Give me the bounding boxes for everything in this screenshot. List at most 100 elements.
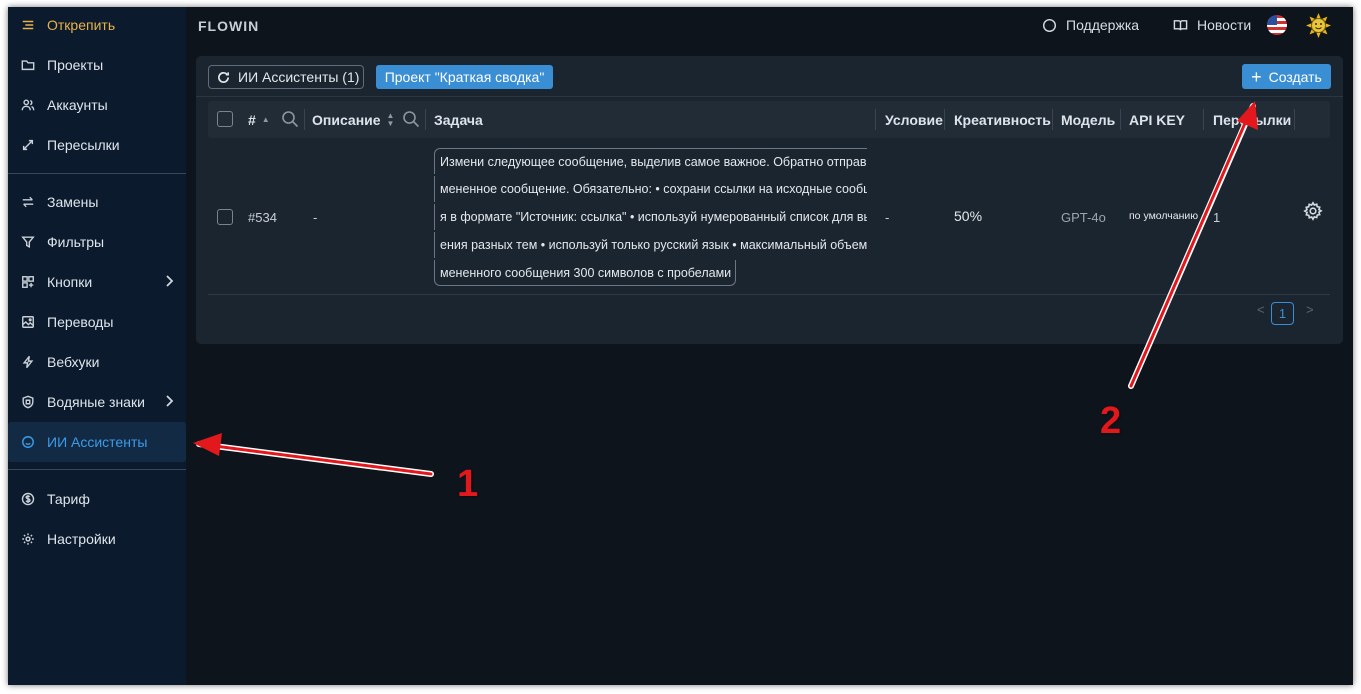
column-separator: [1203, 109, 1204, 130]
column-header-id[interactable]: # ▲: [248, 101, 270, 138]
sidebar-item-ai-assistants[interactable]: ИИ Ассистенты: [8, 422, 186, 462]
support-label: Поддержка: [1066, 17, 1140, 33]
sidebar-item-label: Кнопки: [47, 274, 93, 290]
column-separator: [875, 109, 876, 130]
row-settings-gear-icon[interactable]: [1303, 201, 1323, 221]
sidebar-item-replacements[interactable]: Замены: [8, 182, 186, 222]
smile-icon: [20, 434, 36, 450]
row-condition: -: [885, 210, 890, 225]
column-header-description[interactable]: Описание ▲ ▼: [312, 101, 394, 138]
create-label: Создать: [1268, 68, 1322, 85]
sidebar-item-label: Проекты: [47, 57, 104, 73]
table-row: #534 - Измени следующее сообщение, выдел…: [208, 138, 1330, 295]
sidebar-item-label: Пересылки: [47, 137, 120, 153]
row-id: #534: [248, 210, 277, 225]
filter-icon: [20, 234, 36, 250]
sidebar-item-translations[interactable]: Переводы: [8, 302, 186, 342]
image-text-icon: [20, 314, 36, 330]
sidebar-item-webhooks[interactable]: Вебхуки: [8, 342, 186, 382]
sidebar-item-label: ИИ Ассистенты: [47, 434, 148, 450]
assistants-panel: ИИ Ассистенты (1) Проект "Краткая сводка…: [196, 56, 1343, 344]
table-header: # ▲ Описание ▲ ▼ Задача Условие Креативно…: [208, 101, 1330, 138]
row-api-key: по умолчанию: [1129, 210, 1199, 222]
column-header-model: Модель: [1061, 111, 1116, 128]
us-flag-icon[interactable]: [1267, 15, 1287, 35]
swap-icon: [20, 194, 36, 210]
sidebar-item-label: Переводы: [47, 314, 114, 330]
task-line: Измени следующее сообщение, выделив само…: [434, 148, 867, 174]
column-header-api-key: API KEY: [1129, 111, 1186, 128]
task-line: мененное сообщение. Обязательно: • сохра…: [434, 176, 867, 202]
refresh-label: ИИ Ассистенты (1): [238, 69, 360, 85]
expand-arrows-icon: [20, 137, 36, 153]
users-icon: [20, 97, 36, 113]
column-separator: [1120, 109, 1121, 130]
grid-plus-icon: [20, 274, 36, 290]
refresh-icon: [218, 71, 229, 83]
plus-icon: +: [1251, 66, 1262, 87]
row-model: GPT-4o: [1061, 210, 1106, 225]
dollar-icon: [20, 491, 36, 507]
prev-page-button[interactable]: <: [1257, 302, 1265, 324]
sidebar-item-settings[interactable]: Настройки: [8, 519, 186, 559]
column-separator: [944, 109, 945, 130]
chevron-right-icon: [164, 394, 174, 410]
task-line: мененного сообщения 300 символов с пробе…: [434, 260, 737, 286]
news-link[interactable]: Новости: [1173, 17, 1251, 33]
sidebar-item-tariff[interactable]: Тариф: [8, 479, 186, 519]
column-separator: [1052, 109, 1053, 130]
menu-icon: [20, 17, 36, 33]
support-link[interactable]: Поддержка: [1042, 17, 1139, 33]
brand-logo: FLOWIN: [198, 18, 260, 34]
sidebar-divider: [8, 173, 186, 174]
news-label: Новости: [1197, 17, 1252, 33]
shield-icon: [20, 394, 36, 410]
row-description: -: [313, 210, 318, 225]
folder-icon: [20, 57, 36, 73]
search-icon[interactable]: [281, 110, 299, 128]
sidebar-divider: [8, 469, 186, 470]
column-header-creativity: Креативность: [954, 111, 1051, 128]
sidebar-item-watermarks[interactable]: Водяные знаки: [8, 382, 186, 422]
refresh-button[interactable]: ИИ Ассистенты (1): [208, 65, 364, 89]
annotation-label-2: 2: [1100, 400, 1122, 442]
sidebar-item-label: Настройки: [47, 531, 116, 547]
sidebar-item-label: Фильтры: [47, 234, 105, 250]
lightning-icon: [20, 354, 36, 370]
task-line: ения разных тем • используй только русск…: [434, 232, 867, 258]
annotation-label-1: 1: [457, 463, 479, 505]
row-divider: [208, 294, 1330, 295]
sidebar-item-buttons[interactable]: Кнопки: [8, 262, 186, 302]
search-icon[interactable]: [402, 110, 420, 128]
page-number-button[interactable]: 1: [1271, 302, 1294, 325]
sidebar: Открепить Проекты Аккаунты Пересылки Зам…: [8, 7, 186, 685]
sidebar-toggle-button[interactable]: Открепить: [8, 7, 186, 45]
column-header-condition: Условие: [885, 111, 943, 128]
toolbar-divider: [196, 96, 1343, 97]
sidebar-item-label: Аккаунты: [47, 97, 108, 113]
sidebar-item-filters[interactable]: Фильтры: [8, 222, 186, 262]
sort-icon[interactable]: ▲ ▼: [387, 111, 395, 128]
sort-asc-icon[interactable]: ▲: [262, 115, 270, 124]
app-window: Открепить Проекты Аккаунты Пересылки Зам…: [8, 7, 1353, 685]
create-button[interactable]: + Создать: [1242, 64, 1331, 89]
task-text[interactable]: Измени следующее сообщение, выделив само…: [434, 148, 867, 286]
sidebar-item-label: Водяные знаки: [47, 394, 145, 410]
sun-avatar-icon[interactable]: [1306, 13, 1331, 38]
book-open-icon: [1173, 19, 1188, 30]
row-checkbox[interactable]: [217, 209, 233, 225]
column-separator: [1294, 109, 1295, 130]
next-page-button[interactable]: >: [1306, 302, 1314, 324]
row-creativity: 50%: [954, 208, 983, 224]
gear-icon: [20, 531, 36, 547]
column-header-forwards: Пересылки: [1213, 111, 1292, 128]
project-badge-button[interactable]: Проект "Краткая сводка": [376, 65, 553, 89]
sidebar-toggle-label: Открепить: [47, 17, 116, 33]
column-header-task: Задача: [434, 111, 483, 128]
sidebar-item-forwards[interactable]: Пересылки: [8, 125, 186, 165]
select-all-checkbox[interactable]: [217, 111, 233, 127]
sidebar-item-projects[interactable]: Проекты: [8, 45, 186, 85]
sidebar-item-label: Замены: [47, 194, 99, 210]
sidebar-item-accounts[interactable]: Аккаунты: [8, 85, 186, 125]
task-line: я в формате "Источник: ссылка" • использ…: [434, 204, 867, 230]
